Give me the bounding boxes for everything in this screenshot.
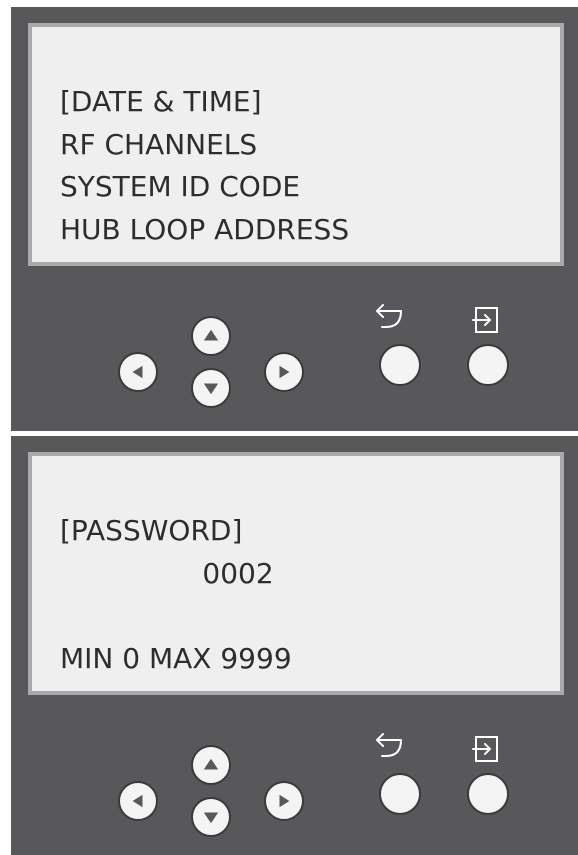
triangle-left-icon — [132, 365, 143, 379]
menu-item-hub-loop-address: HUB LOOP ADDRESS — [60, 213, 350, 246]
password-title: [PASSWORD] — [60, 514, 243, 547]
triangle-right-icon — [279, 794, 290, 808]
menu-item-rf-channels: RF CHANNELS — [60, 128, 258, 161]
triangle-left-icon — [132, 794, 143, 808]
enter-button[interactable] — [467, 773, 509, 815]
back-arrow-icon — [373, 731, 403, 761]
left-button[interactable] — [118, 781, 158, 821]
down-button[interactable] — [191, 797, 231, 837]
right-button[interactable] — [264, 781, 304, 821]
up-button[interactable] — [191, 316, 231, 356]
back-arrow-icon — [373, 302, 403, 332]
triangle-up-icon — [203, 329, 219, 341]
lcd-screen: [DATE & TIME] RF CHANNELS SYSTEM ID CODE… — [28, 23, 564, 266]
triangle-up-icon — [203, 758, 219, 770]
down-button[interactable] — [191, 368, 231, 408]
triangle-down-icon — [203, 383, 219, 395]
triangle-right-icon — [279, 365, 290, 379]
enter-icon — [471, 734, 501, 764]
control-panel-password: [PASSWORD] 0002 MIN 0 MAX 9999 — [11, 436, 578, 855]
triangle-down-icon — [203, 812, 219, 824]
menu-item-date-time: [DATE & TIME] — [60, 85, 262, 118]
enter-button[interactable] — [467, 344, 509, 386]
enter-icon — [471, 305, 501, 335]
password-value: 0002 — [60, 557, 274, 590]
right-button[interactable] — [264, 352, 304, 392]
lcd-screen: [PASSWORD] 0002 MIN 0 MAX 9999 — [28, 452, 564, 695]
control-panel-menu: [DATE & TIME] RF CHANNELS SYSTEM ID CODE… — [11, 7, 578, 431]
password-range: MIN 0 MAX 9999 — [60, 642, 292, 675]
up-button[interactable] — [191, 745, 231, 785]
back-button[interactable] — [379, 344, 421, 386]
menu-item-system-id-code: SYSTEM ID CODE — [60, 170, 301, 203]
left-button[interactable] — [118, 352, 158, 392]
back-button[interactable] — [379, 773, 421, 815]
